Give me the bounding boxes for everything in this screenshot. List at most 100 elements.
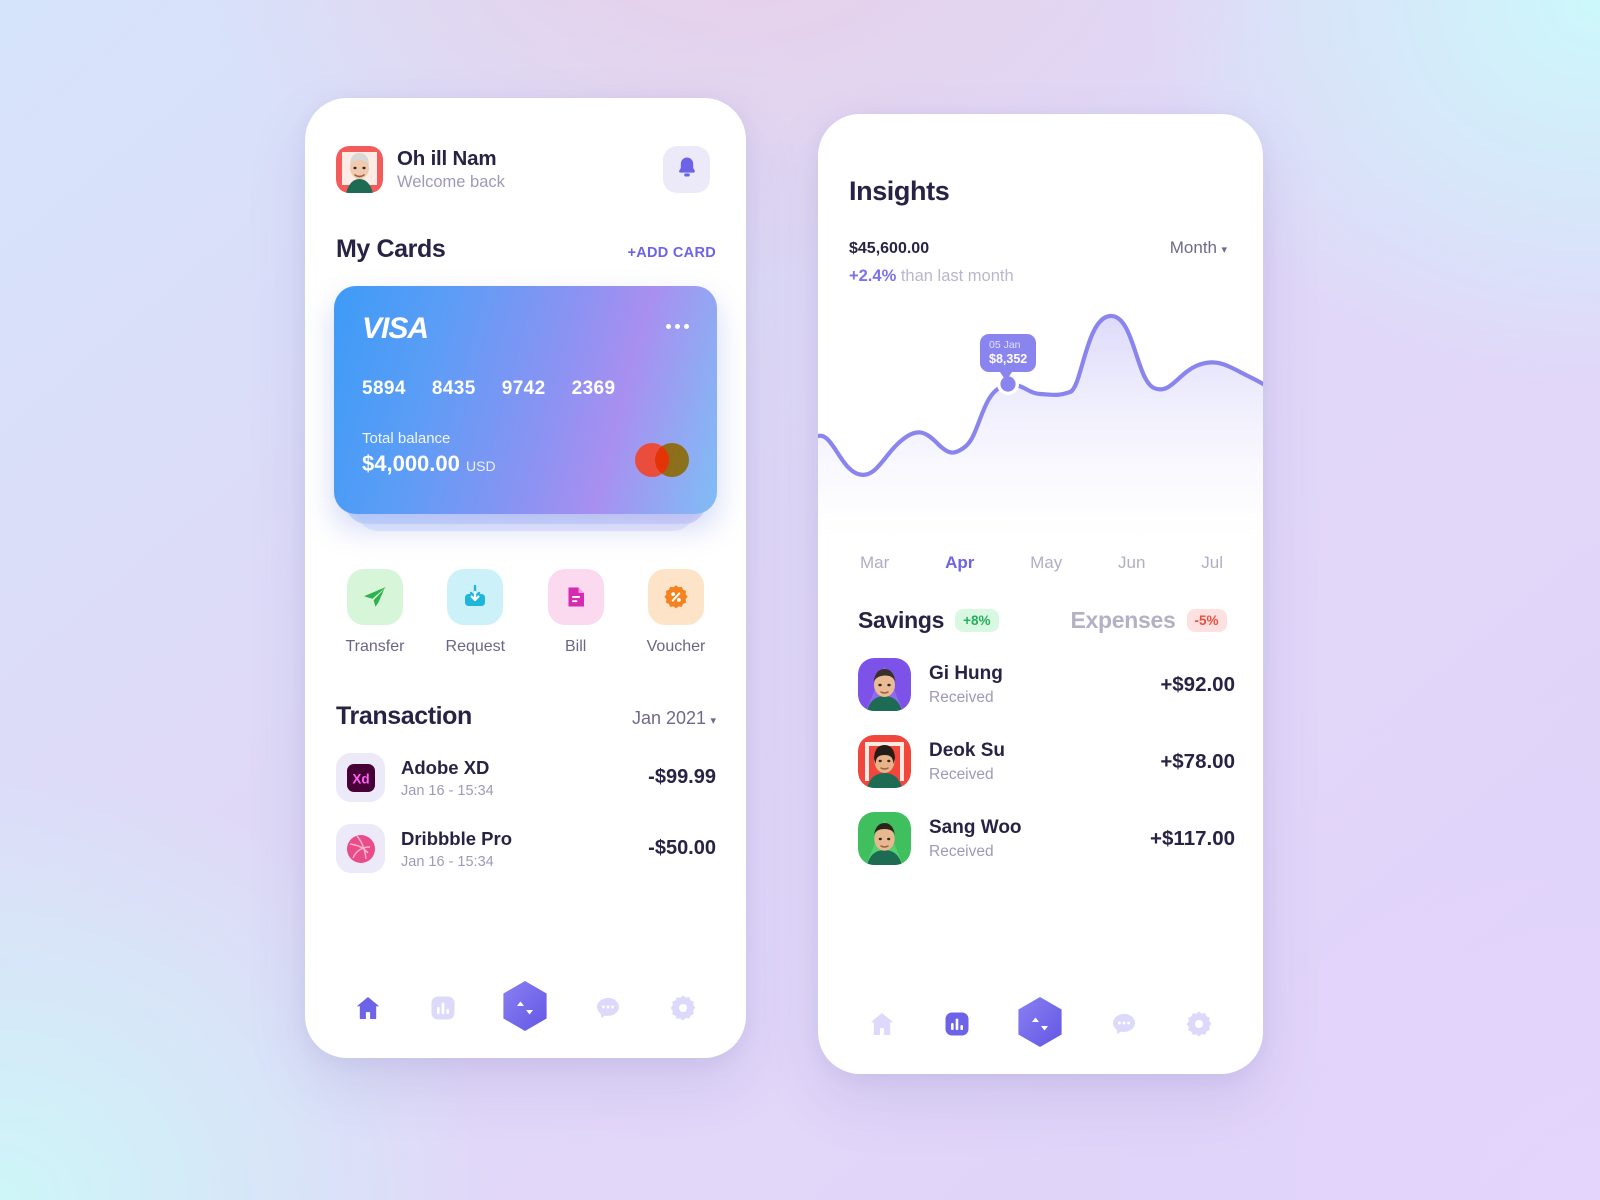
savings-expenses-tabs: Savings +8% Expenses -5% (818, 573, 1263, 634)
list-item[interactable]: Sang Woo Received +$117.00 (818, 812, 1263, 865)
bar-chart-icon (943, 1010, 971, 1043)
table-row[interactable]: Xd Adobe XD Jan 16 - 15:34 -$99.99 (305, 753, 746, 802)
action-voucher[interactable]: Voucher (640, 569, 712, 656)
transaction-period-selector[interactable]: Jan 2021 ▾ (632, 708, 716, 729)
period-selector[interactable]: Month ▾ (1170, 238, 1227, 258)
avatar (858, 658, 911, 711)
month-tab-jul[interactable]: Jul (1201, 553, 1223, 573)
nav-transfer-button[interactable] (1009, 995, 1071, 1057)
svg-text:Xd: Xd (352, 771, 369, 786)
page-title: Insights (849, 176, 950, 206)
nav-home[interactable] (859, 1003, 905, 1049)
transaction-date: Jan 16 - 15:34 (401, 853, 494, 870)
bottom-nav (305, 962, 746, 1058)
user-profile[interactable]: Oh ill Nam Welcome back (336, 146, 505, 193)
action-transfer[interactable]: Transfer (339, 569, 411, 656)
tab-savings-label: Savings (858, 607, 945, 633)
tab-expenses[interactable]: Expenses -5% (1071, 607, 1227, 634)
avatar (858, 812, 911, 865)
contact-amount: +$78.00 (1160, 749, 1235, 773)
transaction-section-header: Transaction Jan 2021 ▾ (305, 702, 746, 731)
add-card-button[interactable]: +ADD CARD (628, 245, 717, 261)
user-name: Oh ill Nam (397, 147, 497, 170)
balance-chart[interactable]: 05 Jan $8,352 (818, 296, 1263, 541)
table-row[interactable]: Dribbble Pro Jan 16 - 15:34 -$50.00 (305, 824, 746, 873)
chevron-down-icon: ▾ (1221, 244, 1227, 256)
transaction-name: Dribbble Pro (401, 827, 513, 849)
chat-bubble-icon (594, 994, 622, 1027)
chart-tooltip: 05 Jan $8,352 (980, 334, 1037, 381)
tab-expenses-label: Expenses (1070, 607, 1176, 633)
action-label: Voucher (646, 638, 706, 655)
delta-suffix: than last month (896, 267, 1014, 285)
bell-icon (675, 155, 699, 185)
nav-stats[interactable] (934, 1003, 980, 1049)
quick-actions: Transfer Request Bill Voucher (305, 533, 746, 656)
my-cards-title: My Cards (336, 235, 446, 263)
tab-savings[interactable]: Savings +8% (858, 607, 999, 634)
chat-bubble-icon (1110, 1010, 1138, 1043)
status-badge: +8% (955, 609, 999, 632)
visa-card[interactable]: VISA 5894 8435 9742 2369 Total balance $… (334, 286, 717, 514)
contact-name: Gi Hung (929, 662, 1003, 684)
bar-chart-icon (429, 994, 457, 1027)
transaction-amount: -$99.99 (648, 766, 716, 788)
nav-settings[interactable] (1176, 1003, 1222, 1049)
month-tab-may[interactable]: May (1030, 553, 1062, 573)
action-bill[interactable]: Bill (540, 569, 612, 656)
insights-amount: $45,600.00 (849, 233, 929, 259)
transfer-arrows-icon (1027, 1011, 1053, 1042)
insights-delta: +2.4% than last month (818, 259, 1263, 286)
download-icon (447, 569, 504, 625)
home-icon (354, 994, 382, 1027)
notifications-button[interactable] (663, 146, 710, 193)
contact-amount: +$117.00 (1150, 826, 1235, 850)
month-tab-apr[interactable]: Apr (945, 553, 974, 573)
card-number-group: 5894 (362, 378, 406, 399)
tooltip-arrow (1000, 372, 1012, 381)
contact-status: Received (929, 688, 994, 706)
dribbble-icon (336, 824, 385, 873)
mastercard-icon (635, 443, 689, 477)
contact-name: Deok Su (929, 739, 1006, 761)
percent-badge-icon (647, 569, 704, 625)
gear-icon (669, 994, 697, 1027)
month-tab-mar[interactable]: Mar (860, 553, 889, 573)
phone-left: Oh ill Nam Welcome back My Cards +ADD CA… (305, 98, 746, 1058)
card-number-group: 2369 (571, 378, 616, 399)
more-options-icon[interactable] (666, 312, 689, 329)
action-label: Request (445, 638, 506, 655)
balance-value: $4,000.00 USD (362, 451, 496, 477)
transfer-arrows-icon (512, 995, 538, 1026)
contact-status: Received (929, 765, 994, 783)
contact-status: Received (929, 842, 994, 860)
transaction-date: Jan 16 - 15:34 (401, 782, 494, 799)
transaction-period: Jan 2021 (631, 708, 707, 728)
card-number: 5894 8435 9742 2369 (362, 378, 689, 400)
header: Oh ill Nam Welcome back (305, 98, 746, 193)
chevron-down-icon: ▾ (710, 715, 716, 727)
action-request[interactable]: Request (439, 569, 511, 656)
bottom-nav (818, 978, 1263, 1074)
nav-chat[interactable] (1101, 1003, 1147, 1049)
list-item[interactable]: Deok Su Received +$78.00 (818, 735, 1263, 788)
nav-settings[interactable] (660, 987, 706, 1033)
nav-transfer-button[interactable] (494, 979, 556, 1041)
avatar (858, 735, 911, 788)
month-tab-jun[interactable]: Jun (1118, 553, 1145, 573)
adobe-xd-icon: Xd (336, 753, 385, 802)
balance-currency: USD (466, 458, 496, 474)
card-number-group: 9742 (501, 378, 546, 399)
tooltip-value: $8,352 (989, 352, 1028, 366)
contact-amount: +$92.00 (1160, 672, 1235, 696)
insights-amount-main: $45,600 (849, 240, 907, 257)
balance-label: Total balance (362, 430, 451, 447)
tooltip-date: 05 Jan (989, 339, 1021, 351)
nav-chat[interactable] (585, 987, 631, 1033)
send-icon (347, 569, 403, 625)
nav-home[interactable] (345, 987, 391, 1033)
status-badge: -5% (1186, 609, 1227, 632)
list-item[interactable]: Gi Hung Received +$92.00 (818, 658, 1263, 711)
nav-stats[interactable] (420, 987, 466, 1033)
contact-name: Sang Woo (929, 816, 1022, 838)
